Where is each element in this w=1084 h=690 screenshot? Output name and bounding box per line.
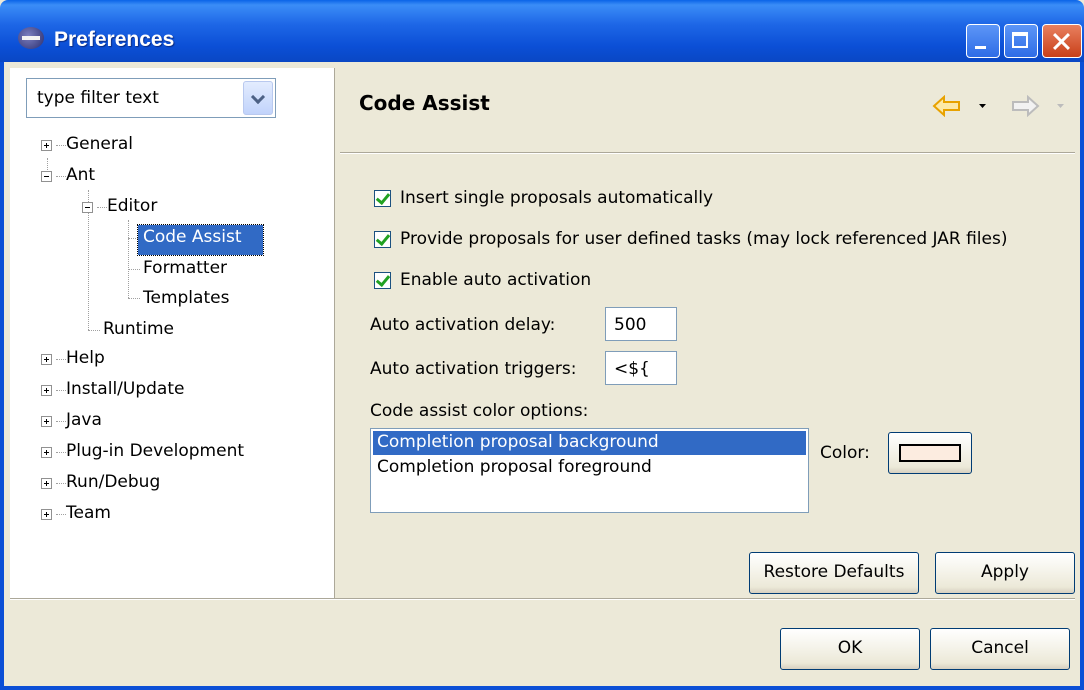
tree-line	[56, 145, 66, 146]
tree-item-ant[interactable]: Ant	[66, 165, 95, 185]
list-item[interactable]: Completion proposal foreground	[377, 457, 652, 477]
color-swatch	[899, 444, 961, 462]
apply-button[interactable]: Apply	[935, 552, 1075, 594]
enable-auto-activation-label[interactable]: Enable auto activation	[400, 270, 591, 290]
tree-line	[128, 298, 140, 299]
tree-item-general[interactable]: General	[66, 134, 133, 154]
tree-item-plugin-development[interactable]: Plug-in Development	[66, 441, 244, 461]
color-label: Color:	[820, 443, 870, 463]
tree-line	[56, 514, 66, 515]
tree-item-install-update[interactable]: Install/Update	[66, 379, 184, 399]
color-picker-button[interactable]	[888, 432, 972, 474]
tree-line	[97, 207, 107, 208]
close-button[interactable]	[1042, 24, 1082, 58]
list-item[interactable]: Completion proposal background	[377, 432, 659, 452]
collapse-icon[interactable]	[41, 171, 52, 182]
filter-combo[interactable]: type filter text	[26, 78, 276, 118]
eclipse-icon	[18, 27, 44, 49]
tree-line	[56, 390, 66, 391]
provide-proposals-label[interactable]: Provide proposals for user defined tasks…	[400, 229, 1007, 249]
restore-defaults-label: Restore Defaults	[763, 562, 905, 582]
delay-value[interactable]: 500	[614, 315, 646, 335]
color-options-list[interactable]: Completion proposal background Completio…	[370, 428, 809, 513]
tree-item-java[interactable]: Java	[66, 410, 102, 430]
provide-proposals-checkbox[interactable]	[374, 231, 391, 248]
tree-line	[56, 176, 66, 177]
delay-input[interactable]: 500	[605, 307, 677, 341]
expand-icon[interactable]	[41, 140, 52, 151]
triggers-label: Auto activation triggers:	[370, 359, 577, 379]
tree-line	[128, 220, 129, 298]
ok-button[interactable]: OK	[780, 628, 920, 670]
tree-line	[88, 330, 100, 331]
triggers-input[interactable]: <${	[605, 351, 677, 385]
tree-item-team[interactable]: Team	[66, 503, 111, 523]
tree-line	[56, 359, 66, 360]
expand-icon[interactable]	[41, 478, 52, 489]
insert-single-label[interactable]: Insert single proposals automatically	[400, 188, 713, 208]
expand-icon[interactable]	[41, 447, 52, 458]
collapse-icon[interactable]	[82, 202, 93, 213]
delay-label: Auto activation delay:	[370, 315, 556, 335]
chevron-down-icon[interactable]	[243, 81, 273, 115]
tree-line	[128, 269, 140, 270]
tree-line	[56, 421, 66, 422]
expand-icon[interactable]	[41, 416, 52, 427]
tree-item-run-debug[interactable]: Run/Debug	[66, 472, 160, 492]
forward-arrow-icon[interactable]	[1010, 95, 1040, 117]
minimize-button[interactable]	[966, 24, 1000, 58]
triggers-value[interactable]: <${	[614, 359, 650, 379]
window-frame-bottom	[0, 686, 1084, 690]
back-dropdown-icon[interactable]	[978, 102, 988, 110]
tree-item-runtime[interactable]: Runtime	[103, 319, 174, 339]
ok-label: OK	[837, 638, 863, 658]
back-arrow-icon[interactable]	[932, 95, 962, 117]
tree-item-help[interactable]: Help	[66, 348, 105, 368]
header-separator-highlight	[340, 153, 1075, 154]
filter-input[interactable]: type filter text	[37, 88, 159, 108]
expand-icon[interactable]	[41, 385, 52, 396]
tree-item-formatter[interactable]: Formatter	[143, 258, 227, 278]
window-frame-left	[0, 62, 4, 690]
window-frame-right	[1080, 62, 1084, 690]
enable-auto-activation-checkbox[interactable]	[374, 272, 391, 289]
maximize-button[interactable]	[1004, 24, 1038, 58]
cancel-button[interactable]: Cancel	[930, 628, 1070, 670]
expand-icon[interactable]	[41, 354, 52, 365]
bottom-separator-highlight	[10, 599, 1075, 600]
tree-item-editor[interactable]: Editor	[107, 196, 157, 216]
tree-line	[56, 452, 66, 453]
insert-single-checkbox[interactable]	[374, 190, 391, 207]
cancel-label: Cancel	[971, 638, 1029, 658]
apply-label: Apply	[981, 562, 1029, 582]
forward-dropdown-icon[interactable]	[1056, 102, 1066, 110]
expand-icon[interactable]	[41, 509, 52, 520]
window-title: Preferences	[54, 28, 175, 51]
restore-defaults-button[interactable]: Restore Defaults	[749, 552, 919, 594]
tree-item-templates[interactable]: Templates	[143, 288, 229, 308]
tree-line	[56, 483, 66, 484]
page-title: Code Assist	[359, 91, 490, 115]
color-options-label: Code assist color options:	[370, 401, 589, 421]
tree-item-code-assist[interactable]: Code Assist	[143, 227, 242, 247]
